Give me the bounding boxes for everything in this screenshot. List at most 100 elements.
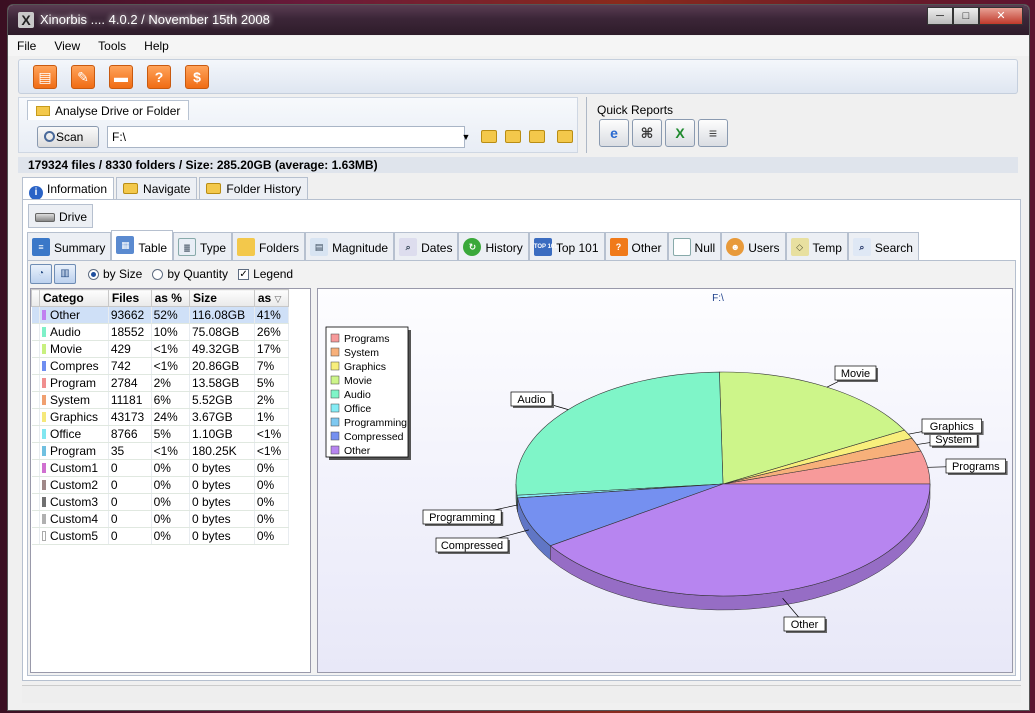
table-row[interactable]: Program 2784 2% 13.58GB 5% [31,374,290,392]
html-report-icon[interactable]: e [599,119,629,147]
table-row[interactable]: Movie 429 <1% 49.32GB 17% [31,340,290,358]
cell-size-pct: <1% [254,442,290,460]
tab-table[interactable]: ▦ Table [111,230,174,260]
text-report-icon[interactable]: ≡ [698,119,728,147]
tab-search[interactable]: ⌕ Search [847,232,919,260]
tab-summary[interactable]: ≡ Summary [27,232,112,260]
folder-list-icon[interactable] [505,130,521,143]
tab-folder-history[interactable]: Folder History [199,177,309,199]
table-row[interactable]: Program 35 <1% 180.25K <1% [31,442,290,460]
tab-magnitude[interactable]: ▤ Magnitude [305,232,395,260]
table-row[interactable]: Custom4 0 0% 0 bytes 0% [31,510,290,528]
tab-information[interactable]: i Information [22,177,115,200]
tab-top-101[interactable]: TOP 101 Top 101 [528,232,605,260]
column-header-files[interactable]: Files [107,289,152,307]
scan-button[interactable]: Scan [37,126,99,148]
table-row[interactable]: Custom1 0 0% 0 bytes 0% [31,459,290,477]
tab-temp[interactable]: ◇ Temp [785,232,848,260]
dollar-icon[interactable]: $ [185,64,209,89]
tab-history[interactable]: ↻ History [458,232,529,260]
legend-swatch [330,347,340,357]
xml-report-icon[interactable]: ⌘ [632,119,662,147]
tab-dates[interactable]: ⌕ Dates [394,232,459,260]
path-input[interactable] [107,126,465,148]
tab-drive[interactable]: Drive [28,204,93,228]
title-bar[interactable]: X Xinorbis .... 4.0.2 / November 15th 20… [8,5,1029,35]
table-row[interactable]: Custom3 0 0% 0 bytes 0% [31,493,290,511]
tab-label: Dates [421,241,453,255]
callout-label: Other [791,619,819,631]
menu-file[interactable]: File [8,36,45,56]
legend-label: Other [344,445,371,457]
cell-files-pct: 52% [151,306,190,324]
folder-icon[interactable]: ▬ [109,64,133,89]
tab-folders[interactable]: Folders [232,232,306,260]
scan-summary: 179324 files / 8330 folders / Size: 285.… [18,157,1018,173]
help-icon[interactable]: ? [147,64,171,89]
callout-label: Audio [517,394,545,406]
category-name: Program [50,376,97,390]
column-header-size-pct[interactable]: as ▽ [253,289,290,307]
summary-icon: ≡ [32,238,50,256]
cell-files: 742 [108,357,152,375]
minimize-button[interactable]: ─ [927,7,953,25]
analyse-tab[interactable]: Analyse Drive or Folder [27,100,190,120]
column-header-size[interactable]: Size [188,289,255,307]
maximize-button[interactable]: □ [953,7,979,25]
category-color-swatch [42,378,46,388]
legend-swatch [330,431,340,441]
open-folder-icon[interactable] [481,130,497,143]
table-row[interactable]: Office 8766 5% 1.10GB <1% [31,425,290,443]
column-header-category[interactable]: Catego [39,289,109,307]
tab-users[interactable]: ☻ Users [721,232,786,260]
legend-swatch [330,389,340,399]
cell-size-pct: 5% [254,374,290,392]
save-icon[interactable]: ▤ [33,64,57,89]
row-indicator [31,391,40,409]
analyse-panel: Analyse Drive or Folder Scan ▼ [18,97,578,153]
row-indicator [31,374,40,392]
view-options: ◔ ▥ by Size by Quantity ✓ Legend [30,263,320,285]
column-header-files-pct[interactable]: as % [150,289,190,307]
folder-browse-icon[interactable] [557,130,573,143]
table-row[interactable]: Compres 742 <1% 20.86GB 7% [31,357,290,375]
category-color-swatch [42,446,46,456]
tab-label: Temp [812,241,842,255]
table-row[interactable]: Custom2 0 0% 0 bytes 0% [31,476,290,494]
table-row[interactable]: Custom5 0 0% 0 bytes 0% [31,527,290,545]
tab-navigate[interactable]: Navigate [116,177,198,199]
table-row[interactable]: Audio 18552 10% 75.08GB 26% [31,323,290,341]
tab-type[interactable]: ≣ Type [173,232,233,260]
legend-swatch [330,361,340,371]
cell-size-pct: 26% [254,323,290,341]
row-indicator [31,408,40,426]
by-quantity-radio[interactable] [152,268,164,280]
blank-file-icon [672,238,691,256]
table-row[interactable]: Graphics 43173 24% 3.67GB 1% [31,408,290,426]
tab-other[interactable]: ? Other [604,232,668,260]
wrench-icon[interactable]: ✎ [71,64,95,89]
type-icon: ≣ [178,238,197,256]
cell-size: 5.52GB [189,391,255,409]
by-quantity-label: by Quantity [167,267,229,281]
by-size-radio[interactable] [88,268,99,280]
callout-label: Movie [841,368,870,380]
cell-files-pct: 0% [151,476,190,494]
pie-chart-button[interactable]: ◔ [30,264,52,284]
summary-separator: / [178,158,183,172]
tab-label: Folder History [226,182,302,196]
cell-size: 75.08GB [189,323,255,341]
chevron-down-icon[interactable]: ▼ [459,126,473,148]
menu-view[interactable]: View [45,36,89,56]
menu-help[interactable]: Help [135,36,178,56]
legend-checkbox[interactable]: ✓ [238,268,250,280]
bar-chart-button[interactable]: ▥ [54,264,76,284]
cell-files-pct: 0% [151,493,190,511]
close-button[interactable]: ✕ [979,7,1023,25]
tab-null[interactable]: Null [667,232,722,260]
menu-tools[interactable]: Tools [89,36,135,56]
table-row[interactable]: System 11181 6% 5.52GB 2% [31,391,290,409]
table-row[interactable]: Other 93662 52% 116.08GB 41% [31,306,290,324]
folder-add-icon[interactable] [529,130,545,143]
excel-report-icon[interactable]: X [665,119,695,147]
